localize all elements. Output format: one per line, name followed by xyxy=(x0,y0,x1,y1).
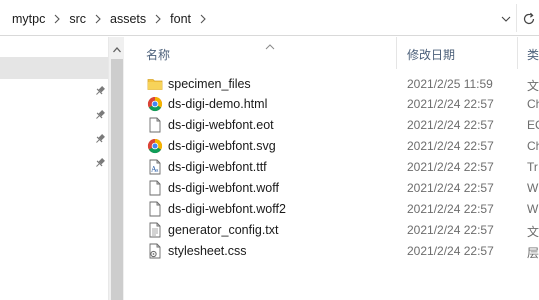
breadcrumb-item-mytpc[interactable]: mytpc xyxy=(8,12,49,26)
file-date: 2021/2/25 11:59 xyxy=(407,77,493,91)
pin-icon[interactable] xyxy=(94,109,106,121)
file-name: ds-digi-webfont.svg xyxy=(168,139,276,153)
css-file-icon xyxy=(147,243,163,259)
file-icon xyxy=(147,180,163,196)
file-icon xyxy=(147,201,163,217)
chrome-icon xyxy=(147,96,163,112)
file-name: ds-digi-webfont.woff xyxy=(168,181,279,195)
column-divider[interactable] xyxy=(396,37,397,69)
breadcrumb-item-src[interactable]: src xyxy=(65,12,90,26)
chevron-right-icon[interactable] xyxy=(49,11,65,27)
chevron-down-icon[interactable] xyxy=(500,14,512,24)
file-type: W xyxy=(527,202,539,216)
column-header-modified[interactable]: 修改日期 xyxy=(407,46,455,63)
pin-icon[interactable] xyxy=(94,85,106,97)
file-date: 2021/2/24 22:57 xyxy=(407,244,494,258)
list-item[interactable]: ds-digi-webfont.svg 2021/2/24 22:57 Ch xyxy=(124,136,539,157)
list-item[interactable]: ds-digi-demo.html 2021/2/24 22:57 Ch xyxy=(124,94,539,115)
breadcrumb-item-assets[interactable]: assets xyxy=(106,12,150,26)
nav-selected-item[interactable] xyxy=(0,57,108,79)
file-date: 2021/2/24 22:57 xyxy=(407,181,494,195)
address-divider xyxy=(516,4,517,32)
chrome-icon xyxy=(147,138,163,154)
folder-icon xyxy=(147,76,163,92)
file-type: EC xyxy=(527,118,539,132)
file-date: 2021/2/24 22:57 xyxy=(407,118,494,132)
list-item[interactable]: ds-digi-webfont.eot 2021/2/24 22:57 EC xyxy=(124,115,539,136)
column-header-type[interactable]: 类 xyxy=(527,46,539,63)
font-file-icon: Aa xyxy=(147,159,163,175)
file-date: 2021/2/24 22:57 xyxy=(407,223,494,237)
list-item[interactable]: ds-digi-webfont.woff 2021/2/24 22:57 W xyxy=(124,178,539,199)
svg-text:a: a xyxy=(155,168,158,174)
file-type: Ch xyxy=(527,139,539,153)
file-type: 文 xyxy=(527,225,539,239)
list-item[interactable]: ds-digi-webfont.woff2 2021/2/24 22:57 W xyxy=(124,199,539,220)
pin-icon[interactable] xyxy=(94,157,106,169)
breadcrumb: mytpc src assets font xyxy=(8,11,211,27)
file-type: 文 xyxy=(527,79,539,93)
breadcrumb-item-font[interactable]: font xyxy=(166,12,195,26)
pin-icon[interactable] xyxy=(94,133,106,145)
nav-scrollbar-thumb[interactable] xyxy=(111,59,123,300)
navigation-pane[interactable] xyxy=(0,37,124,300)
file-name: ds-digi-demo.html xyxy=(168,97,268,111)
file-name: ds-digi-webfont.ttf xyxy=(168,160,267,174)
file-type: Ch xyxy=(527,97,539,111)
file-date: 2021/2/24 22:57 xyxy=(407,160,494,174)
scroll-up-arrow-icon[interactable] xyxy=(112,43,122,53)
address-bar[interactable]: mytpc src assets font xyxy=(0,0,539,36)
file-date: 2021/2/24 22:57 xyxy=(407,97,494,111)
file-type: Tr xyxy=(527,160,538,174)
file-list[interactable]: 名称 修改日期 类 specimen_files 2021/2/25 11:59… xyxy=(124,37,539,300)
chevron-right-icon[interactable] xyxy=(90,11,106,27)
file-icon xyxy=(147,117,163,133)
file-name: stylesheet.css xyxy=(168,244,247,258)
list-item[interactable]: generator_config.txt 2021/2/24 22:57 文 xyxy=(124,220,539,241)
list-item[interactable]: stylesheet.css 2021/2/24 22:57 层 xyxy=(124,241,539,262)
column-header-name[interactable]: 名称 xyxy=(146,46,170,63)
list-item[interactable]: Aa ds-digi-webfont.ttf 2021/2/24 22:57 T… xyxy=(124,157,539,178)
chevron-right-icon[interactable] xyxy=(195,11,211,27)
nav-scrollbar[interactable] xyxy=(108,37,124,300)
file-name: generator_config.txt xyxy=(168,223,279,237)
file-name: ds-digi-webfont.woff2 xyxy=(168,202,286,216)
file-type: 层 xyxy=(527,246,539,260)
list-item[interactable]: specimen_files 2021/2/25 11:59 文 xyxy=(124,74,539,95)
file-date: 2021/2/24 22:57 xyxy=(407,202,494,216)
text-file-icon xyxy=(147,222,163,238)
file-name: specimen_files xyxy=(168,77,251,91)
sort-ascending-icon xyxy=(265,39,275,50)
column-divider[interactable] xyxy=(517,37,518,69)
file-name: ds-digi-webfont.eot xyxy=(168,118,274,132)
refresh-icon[interactable] xyxy=(522,12,536,26)
chevron-right-icon[interactable] xyxy=(150,11,166,27)
file-date: 2021/2/24 22:57 xyxy=(407,139,494,153)
file-type: W xyxy=(527,181,539,195)
